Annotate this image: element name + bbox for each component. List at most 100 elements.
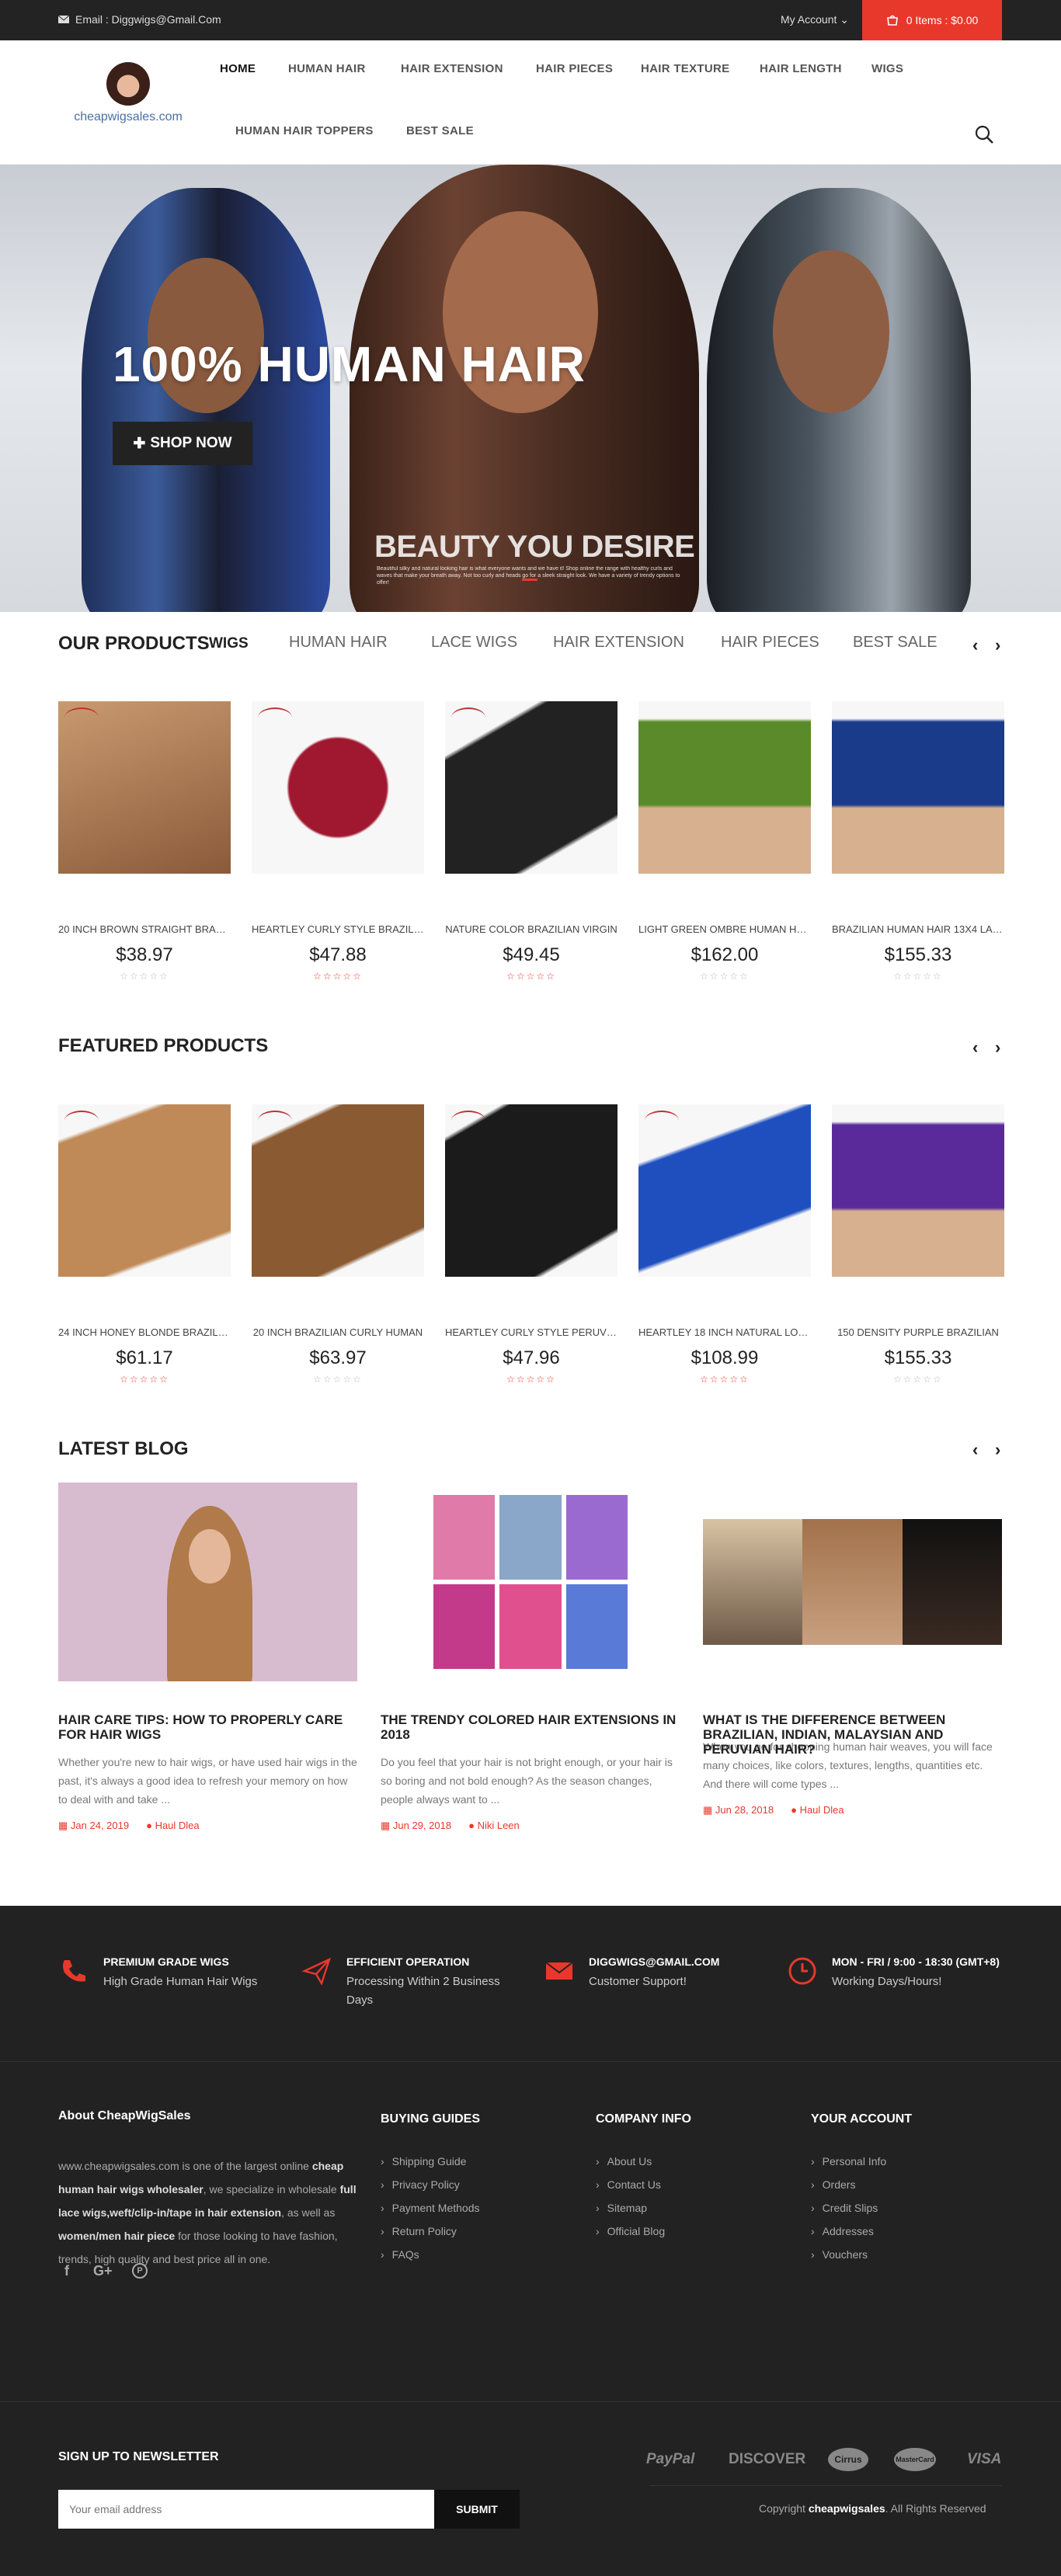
tab-wigs[interactable]: WIGS	[209, 635, 249, 652]
newsletter-email-input[interactable]	[58, 2490, 434, 2529]
newsletter-submit-button[interactable]: SUBMIT	[434, 2490, 520, 2529]
my-account-dropdown[interactable]: My Account ⌄	[781, 13, 849, 26]
facebook-icon[interactable]: f	[64, 2263, 69, 2279]
product-image-black-curly-bundles[interactable]	[445, 1104, 617, 1277]
product-card[interactable]: NATURE COLOR BRAZILIAN VIRGIN $49.45 ☆☆☆☆☆	[445, 701, 617, 982]
nav-hair-length[interactable]: HAIR LENGTH	[760, 62, 842, 75]
product-name[interactable]: 24 INCH HONEY BLONDE BRAZILIAN	[58, 1326, 231, 1338]
product-image-brown-curly-bundles[interactable]	[252, 1104, 424, 1277]
product-image-blue-tape-in[interactable]	[638, 1104, 811, 1277]
prev-arrow-icon[interactable]: ‹	[972, 1440, 978, 1460]
shop-now-button[interactable]: ✚ SHOP NOW	[113, 422, 252, 465]
nav-wigs[interactable]: WIGS	[871, 62, 903, 75]
footer-link-addresses[interactable]: Addresses	[811, 2225, 886, 2248]
tab-hair-extension[interactable]: HAIR EXTENSION	[553, 634, 684, 652]
product-card[interactable]: 24 INCH HONEY BLONDE BRAZILIAN $61.17 ☆☆☆☆…	[58, 1104, 231, 1385]
blog-date: ▦ Jan 24, 2019	[58, 1820, 129, 1832]
product-image-green-ombre-wig[interactable]	[638, 701, 811, 874]
blog-image-curly-model[interactable]	[58, 1483, 357, 1681]
nav-best-sale[interactable]: BEST SALE	[406, 124, 474, 137]
product-name[interactable]: HEARTLEY CURLY STYLE BRAZILIAN	[252, 923, 424, 935]
blog-image-celebrities[interactable]	[703, 1483, 1002, 1681]
cart-button[interactable]: 0 Items : $0.00	[862, 0, 1002, 40]
product-card[interactable]: BRAZILIAN HUMAN HAIR 13X4 LACE $155.33 ☆☆☆…	[832, 701, 1004, 982]
nav-hair-extension[interactable]: HAIR EXTENSION	[401, 62, 503, 75]
footer-link-contact[interactable]: Contact Us	[596, 2178, 665, 2202]
footer-link-credit[interactable]: Credit Slips	[811, 2202, 886, 2225]
search-icon[interactable]	[974, 124, 994, 144]
product-rating-stars: ☆☆☆☆☆	[313, 1374, 363, 1385]
blog-title[interactable]: THE TRENDY COLORED HAIR EXTENSIONS IN 20…	[381, 1712, 680, 1742]
blog-author[interactable]: ● Haul Dlea	[791, 1804, 844, 1816]
product-name[interactable]: 20 INCH BRAZILIAN CURLY HUMAN	[252, 1326, 424, 1338]
product-card[interactable]: 20 INCH BROWN STRAIGHT BRAZILIAN $38.97 ☆☆…	[58, 701, 231, 982]
product-image-honey-blonde-wave[interactable]	[58, 1104, 231, 1277]
top-email[interactable]: Email : Diggwigs@Gmail.Com	[58, 13, 221, 26]
copyright-brand-link[interactable]: cheapwigsales	[809, 2502, 885, 2515]
blog-title[interactable]: HAIR CARE TIPS: HOW TO PROPERLY CARE FOR…	[58, 1712, 357, 1742]
product-card[interactable]: 150 DENSITY PURPLE BRAZILIAN $155.33 ☆☆☆☆☆	[832, 1104, 1004, 1385]
blog-author[interactable]: ● Haul Dlea	[146, 1820, 200, 1832]
pinterest-icon[interactable]: P	[132, 2263, 148, 2279]
product-name[interactable]: LIGHT GREEN OMBRE HUMAN HAIR	[638, 923, 811, 935]
prev-arrow-icon[interactable]: ‹	[972, 1038, 978, 1058]
nav-human-hair-toppers[interactable]: HUMAN HAIR TOPPERS	[235, 124, 374, 137]
calendar-icon: ▦	[381, 1820, 393, 1831]
product-name[interactable]: BRAZILIAN HUMAN HAIR 13X4 LACE	[832, 923, 1004, 935]
feature-text: Processing Within 2 Business Days	[346, 1975, 500, 2007]
feature-text: High Grade Human Hair Wigs	[103, 1975, 258, 1988]
product-image-brown-straight-extensions[interactable]	[58, 701, 231, 874]
footer-link-payment[interactable]: Payment Methods	[381, 2202, 480, 2225]
product-image-black-body-wave-bundles[interactable]	[445, 701, 617, 874]
company-info-list: About Us Contact Us Sitemap Official Blo…	[596, 2155, 665, 2248]
nav-hair-pieces[interactable]: HAIR PIECES	[536, 62, 613, 75]
product-card[interactable]: HEARTLEY CURLY STYLE PERUVIAN $47.96 ☆☆☆☆☆	[445, 1104, 617, 1385]
blog-post[interactable]: HAIR CARE TIPS: HOW TO PROPERLY CARE FOR…	[58, 1483, 357, 1832]
site-logo[interactable]: cheapwigsales.com	[70, 62, 186, 124]
blog-title[interactable]: WHAT IS THE DIFFERENCE BETWEEN BRAZILIAN…	[703, 1712, 1002, 1757]
product-image-red-curly-bundle[interactable]	[252, 701, 424, 874]
feature-text: Customer Support!	[589, 1975, 687, 1988]
celebrity-strip	[703, 1519, 1002, 1645]
footer-link-vouchers[interactable]: Vouchers	[811, 2248, 886, 2272]
tab-hair-pieces[interactable]: HAIR PIECES	[721, 634, 819, 652]
product-name[interactable]: NATURE COLOR BRAZILIAN VIRGIN	[445, 923, 617, 935]
footer-link-shipping[interactable]: Shipping Guide	[381, 2155, 480, 2178]
blog-author[interactable]: ● Niki Leen	[468, 1820, 520, 1832]
blog-post[interactable]: WHAT IS THE DIFFERENCE BETWEEN BRAZILIAN…	[703, 1483, 1002, 1816]
nav-hair-texture[interactable]: HAIR TEXTURE	[641, 62, 729, 75]
about-bold: women/men hair piece	[58, 2230, 176, 2242]
blog-image-colored-hair[interactable]	[381, 1483, 680, 1681]
footer-link-blog[interactable]: Official Blog	[596, 2225, 665, 2248]
next-arrow-icon[interactable]: ›	[995, 1038, 1000, 1058]
product-card[interactable]: HEARTLEY 18 INCH NATURAL LOOK $108.99 ☆☆☆☆…	[638, 1104, 811, 1385]
next-arrow-icon[interactable]: ›	[995, 1440, 1000, 1460]
prev-arrow-icon[interactable]: ‹	[972, 635, 978, 655]
tab-best-sale[interactable]: BEST SALE	[853, 634, 938, 652]
footer-link-personal[interactable]: Personal Info	[811, 2155, 887, 2178]
product-name[interactable]: 150 DENSITY PURPLE BRAZILIAN	[832, 1326, 1004, 1338]
product-image-blue-bob-wig[interactable]	[832, 701, 1004, 874]
tab-lace-wigs[interactable]: LACE WIGS	[431, 634, 517, 652]
footer-link-faqs[interactable]: FAQs	[381, 2248, 480, 2272]
footer-link-orders[interactable]: Orders	[811, 2178, 886, 2202]
nav-home[interactable]: HOME	[220, 62, 256, 75]
hero-slide-indicator[interactable]	[522, 579, 537, 581]
product-name[interactable]: 20 INCH BROWN STRAIGHT BRAZILIAN	[58, 923, 231, 935]
footer-link-sitemap[interactable]: Sitemap	[596, 2202, 665, 2225]
next-arrow-icon[interactable]: ›	[995, 635, 1000, 655]
product-image-purple-bob-wig[interactable]	[832, 1104, 1004, 1277]
footer-link-about[interactable]: About Us	[596, 2155, 665, 2178]
footer-link-privacy[interactable]: Privacy Policy	[381, 2178, 480, 2202]
tab-human-hair[interactable]: HUMAN HAIR	[289, 634, 388, 652]
blog-post[interactable]: THE TRENDY COLORED HAIR EXTENSIONS IN 20…	[381, 1483, 680, 1832]
google-plus-icon[interactable]: G+	[93, 2263, 113, 2279]
product-card[interactable]: HEARTLEY CURLY STYLE BRAZILIAN $47.88 ☆☆☆☆…	[252, 701, 424, 982]
product-card[interactable]: 20 INCH BRAZILIAN CURLY HUMAN $63.97 ☆☆☆☆☆	[252, 1104, 424, 1385]
product-name[interactable]: HEARTLEY CURLY STYLE PERUVIAN	[445, 1326, 617, 1338]
product-price: $38.97	[116, 944, 173, 965]
nav-human-hair[interactable]: HUMAN HAIR	[288, 62, 366, 75]
footer-link-return[interactable]: Return Policy	[381, 2225, 480, 2248]
product-card[interactable]: LIGHT GREEN OMBRE HUMAN HAIR $162.00 ☆☆☆☆☆	[638, 701, 811, 982]
product-name[interactable]: HEARTLEY 18 INCH NATURAL LOOK	[638, 1326, 811, 1338]
